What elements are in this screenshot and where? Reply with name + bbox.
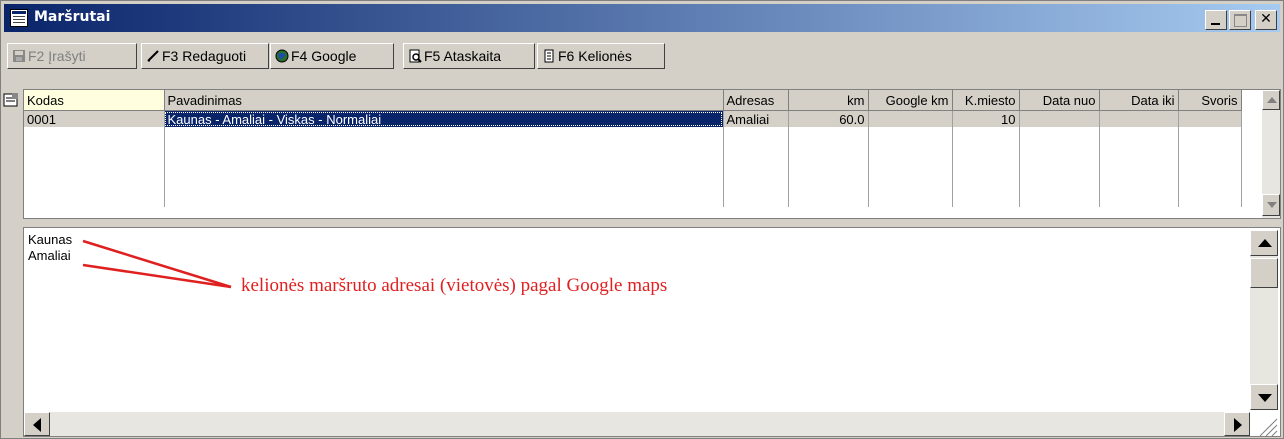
cell-pavadinimas[interactable]: Kaunas - Amaliai - Viskas - Normaliai [164,110,724,127]
annotation-text: kelionės maršruto adresai (vietovės) pag… [241,275,668,296]
arrow-up-icon [1258,239,1272,247]
save-icon [13,50,25,62]
memo-line: Kaunas [28,232,73,247]
resize-grip-icon[interactable] [1250,412,1278,436]
memo-horizontal-scrollbar[interactable] [24,412,1250,436]
cell-km[interactable]: 60.0 [788,110,869,127]
routes-grid[interactable]: Kodas Pavadinimas Adresas km Google km K… [23,89,1281,219]
pencil-icon [147,50,159,62]
table-row[interactable]: 0001 Kaunas - Amaliai - Viskas - Normali… [24,110,1242,127]
column-header-kodas[interactable]: Kodas [24,90,165,111]
column-header-google-km[interactable]: Google km [868,90,953,111]
cell-data-iki[interactable] [1099,110,1179,127]
arrow-down-icon [1267,202,1277,208]
cell-adresas[interactable]: Amaliai [723,110,789,127]
cell-google-km[interactable] [868,110,953,127]
title-bar[interactable]: Maršrutai ✕ [4,4,1280,32]
empty-row [24,127,1242,207]
arrow-up-icon [1267,97,1277,103]
cell-kodas[interactable]: 0001 [24,110,165,127]
memo-scroll-up-button[interactable] [1250,230,1278,256]
maximize-icon [1234,14,1247,27]
minimize-icon [1211,23,1220,25]
google-button[interactable]: F4 Google [270,43,394,69]
close-icon: ✕ [1260,11,1272,27]
document-icon [544,49,554,63]
app-icon [10,9,28,27]
arrow-down-icon [1258,394,1272,402]
routes-window: Maršrutai ✕ F2 Įrašyti F3 Redaguoti F4 G… [0,0,1284,439]
table-header-row: Kodas Pavadinimas Adresas km Google km K… [24,90,1242,111]
memo-line: Amaliai [28,248,71,263]
arrow-left-icon [33,418,41,432]
memo-vertical-scrollbar[interactable] [1250,230,1278,410]
print-preview-icon [409,49,422,63]
arrow-right-icon [1234,418,1242,432]
grid-vertical-scrollbar[interactable] [1262,90,1280,218]
memo-scroll-right-button[interactable] [1224,412,1250,436]
routes-table: Kodas Pavadinimas Adresas km Google km K… [24,90,1242,207]
column-header-svoris[interactable]: Svoris [1178,90,1242,111]
trips-button[interactable]: F6 Kelionės [537,43,665,69]
grid-scroll-up-button[interactable] [1262,90,1280,110]
cell-data-nuo[interactable] [1019,110,1100,127]
globe-icon [275,49,289,63]
column-header-km[interactable]: km [788,90,869,111]
column-header-data-iki[interactable]: Data iki [1099,90,1179,111]
report-button[interactable]: F5 Ataskaita [403,43,535,69]
maximize-button[interactable] [1229,10,1251,30]
save-button[interactable]: F2 Įrašyti [7,43,137,69]
annotation-arrows [82,239,232,289]
memo-scroll-down-button[interactable] [1250,384,1278,410]
window-title: Maršrutai [34,9,111,25]
cell-k-miesto[interactable]: 10 [952,110,1020,127]
grid-scroll-down-button[interactable] [1262,194,1280,216]
column-header-k-miesto[interactable]: K.miesto [952,90,1020,111]
memo-scroll-left-button[interactable] [24,412,50,436]
close-button[interactable]: ✕ [1255,10,1277,30]
minimize-button[interactable] [1205,10,1227,30]
edit-button[interactable]: F3 Redaguoti [141,43,269,69]
column-header-data-nuo[interactable]: Data nuo [1019,90,1100,111]
cell-svoris[interactable] [1178,110,1242,127]
column-header-pavadinimas[interactable]: Pavadinimas [164,90,724,111]
grid-properties-icon[interactable] [3,92,20,108]
memo-scroll-thumb[interactable] [1250,258,1278,288]
column-header-adresas[interactable]: Adresas [723,90,789,111]
